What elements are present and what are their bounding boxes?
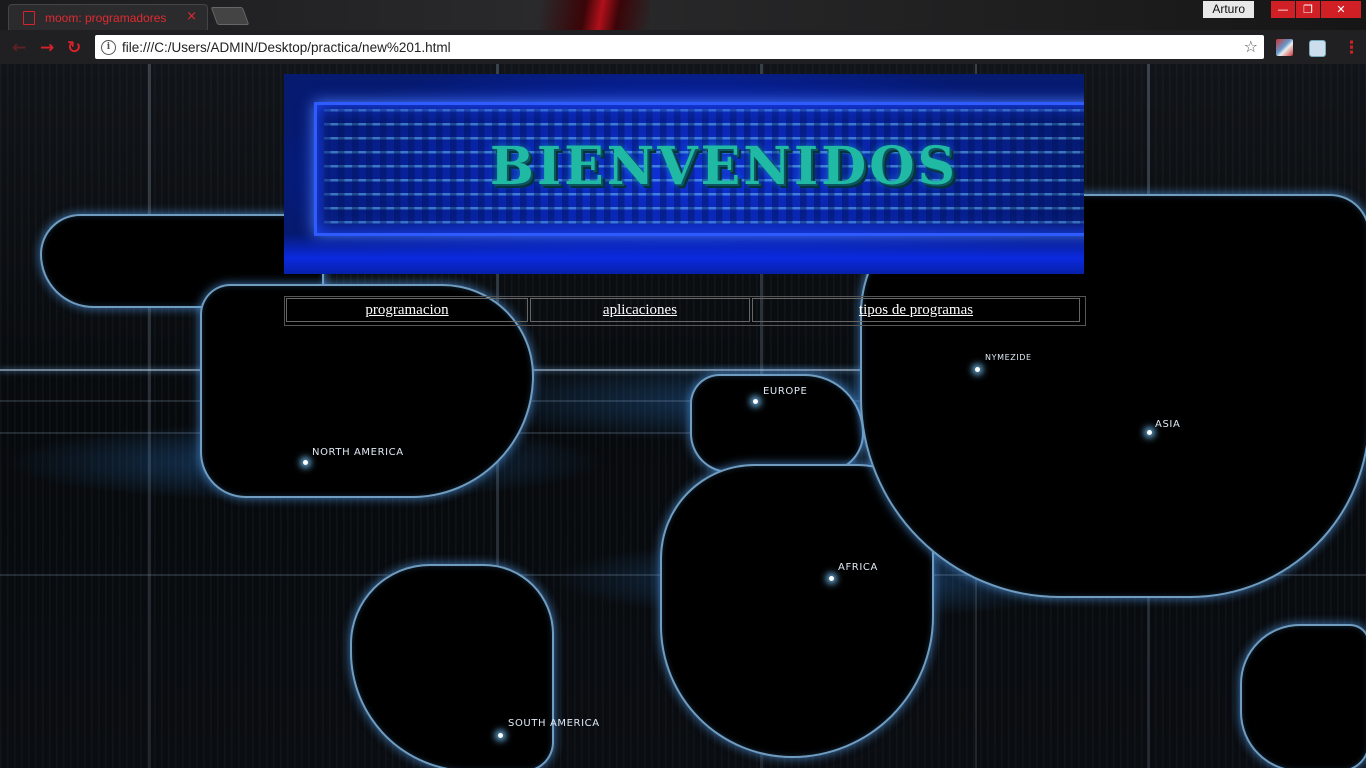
banner-title: BIENVENIDOS bbox=[489, 136, 959, 197]
address-bar[interactable]: i file:///C:/Users/ADMIN/Desktop/practic… bbox=[95, 35, 1264, 59]
site-info-icon[interactable]: i bbox=[101, 39, 116, 55]
address-url[interactable]: file:///C:/Users/ADMIN/Desktop/practica/… bbox=[122, 40, 451, 55]
map-glow-dot bbox=[753, 399, 758, 404]
profile-button[interactable]: Arturo bbox=[1203, 1, 1254, 18]
nav-link-tipos-de-programas[interactable]: tipos de programas bbox=[859, 302, 973, 319]
nav-cell-tipos: tipos de programas bbox=[752, 298, 1080, 322]
nav-cell-aplicaciones: aplicaciones bbox=[530, 298, 750, 322]
nav-menu-table: programacion aplicaciones tipos de progr… bbox=[284, 296, 1086, 326]
bookmark-star-icon[interactable]: ☆ bbox=[1244, 37, 1258, 56]
grid-line bbox=[148, 64, 151, 768]
nav-cell-programacion: programacion bbox=[286, 298, 528, 322]
page-icon bbox=[23, 11, 35, 25]
extension-icon[interactable] bbox=[1276, 39, 1293, 56]
map-label-asia: ASIA bbox=[1155, 419, 1181, 430]
map-label-north-america: NORTH AMERICA bbox=[312, 447, 404, 458]
map-label-africa: AFRICA bbox=[838, 562, 878, 573]
new-tab-button[interactable] bbox=[210, 7, 250, 25]
extension-icon-2[interactable] bbox=[1309, 40, 1326, 57]
south-america-shape bbox=[350, 564, 554, 768]
minimize-button[interactable]: — bbox=[1271, 1, 1295, 18]
browser-menu-icon[interactable]: ⋮ bbox=[1343, 38, 1360, 58]
nav-link-programacion[interactable]: programacion bbox=[365, 302, 448, 319]
banner-glow bbox=[284, 234, 1084, 274]
map-label-nymezide: NYMEZIDE bbox=[985, 353, 1032, 362]
tab-close-icon[interactable]: × bbox=[186, 9, 197, 24]
map-glow-dot bbox=[829, 576, 834, 581]
map-glow-dot bbox=[975, 367, 980, 372]
nav-link-aplicaciones[interactable]: aplicaciones bbox=[603, 302, 677, 319]
map-glow-dot bbox=[1147, 430, 1152, 435]
close-window-button[interactable]: ✕ bbox=[1321, 1, 1361, 18]
back-icon[interactable]: ← bbox=[12, 38, 26, 58]
oceania-shape bbox=[1240, 624, 1366, 768]
tab-title: moom: programadores bbox=[45, 11, 167, 25]
map-label-europe: EUROPE bbox=[763, 386, 808, 397]
forward-icon[interactable]: → bbox=[40, 38, 54, 58]
welcome-banner-image: BIENVENIDOS bbox=[284, 74, 1084, 274]
restore-button[interactable]: ❐ bbox=[1296, 1, 1320, 18]
map-glow-dot bbox=[303, 460, 308, 465]
browser-title-bar: moom: programadores × Arturo — ❐ ✕ bbox=[0, 0, 1366, 31]
map-glow-dot bbox=[498, 733, 503, 738]
reload-icon[interactable]: ↻ bbox=[67, 38, 81, 58]
map-label-south-america: SOUTH AMERICA bbox=[508, 718, 600, 729]
browser-tab[interactable]: moom: programadores × bbox=[8, 4, 208, 31]
